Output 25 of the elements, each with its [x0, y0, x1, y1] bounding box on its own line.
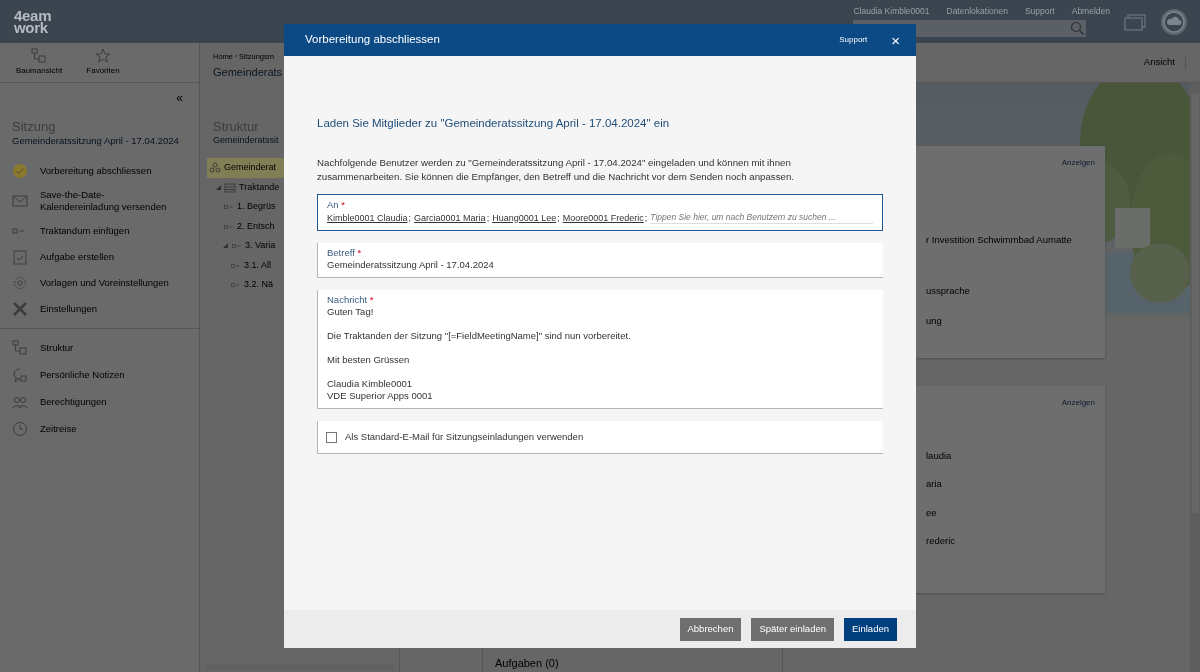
- card-text: r Investition Schwimmbad Aumatte: [926, 233, 1073, 247]
- card-text: rederic: [926, 533, 957, 548]
- field-label: Nachricht *: [327, 294, 375, 307]
- card-text: aria: [926, 477, 943, 492]
- card-text: ung: [926, 313, 943, 328]
- field-label: An *: [327, 199, 346, 212]
- panel-title: Aufgaben (0): [495, 656, 559, 669]
- separator-text: ;: [557, 211, 560, 224]
- field-label: Betreff *: [327, 247, 363, 260]
- separator-text: ;: [486, 211, 490, 224]
- card-text: laudia: [926, 449, 953, 463]
- separator-text: ;: [644, 211, 648, 224]
- dialog-title: Vorbereitung abschliessen: [305, 32, 440, 48]
- card-text: ee: [926, 505, 938, 520]
- section-subtitle: Gemeinderatssitzung April - 17.04.2024: [12, 134, 180, 148]
- logo: 4eam work: [14, 6, 52, 34]
- page-title: Gemeinderats: [213, 65, 283, 81]
- section-subtitle: Gemeinderatssit: [213, 133, 279, 147]
- field-value: Gemeinderatssitzung April - 17.04.2024: [327, 259, 495, 272]
- checkbox-label: Als Standard-E-Mail für Sitzungseinladungen verwenden: [345, 431, 584, 444]
- card-text: ussprache: [926, 284, 971, 299]
- message-text: Guten Tag! Die Traktanden der Sitzung "[=FieldMeetingName]" sind nun vorbereitet. Mit besten Grüssen Claudia Kimble0001 VDE Superior Apps 0001: [327, 306, 632, 403]
- description: Nachfolgende Benutzer werden zu "Gemeinderatssitzung April - 17.04.2024" eingeladen und können mit ihnen zusammenarbeiten. Sie können die Empfänger, den Betreff und die Nachricht vor dem Senden noch anpassen.: [317, 156, 795, 185]
- separator-text: ;: [408, 211, 412, 224]
- dialog-heading: Laden Sie Mitglieder zu "Gemeinderatssitzung April - 17.04.2024" ein: [317, 116, 671, 131]
